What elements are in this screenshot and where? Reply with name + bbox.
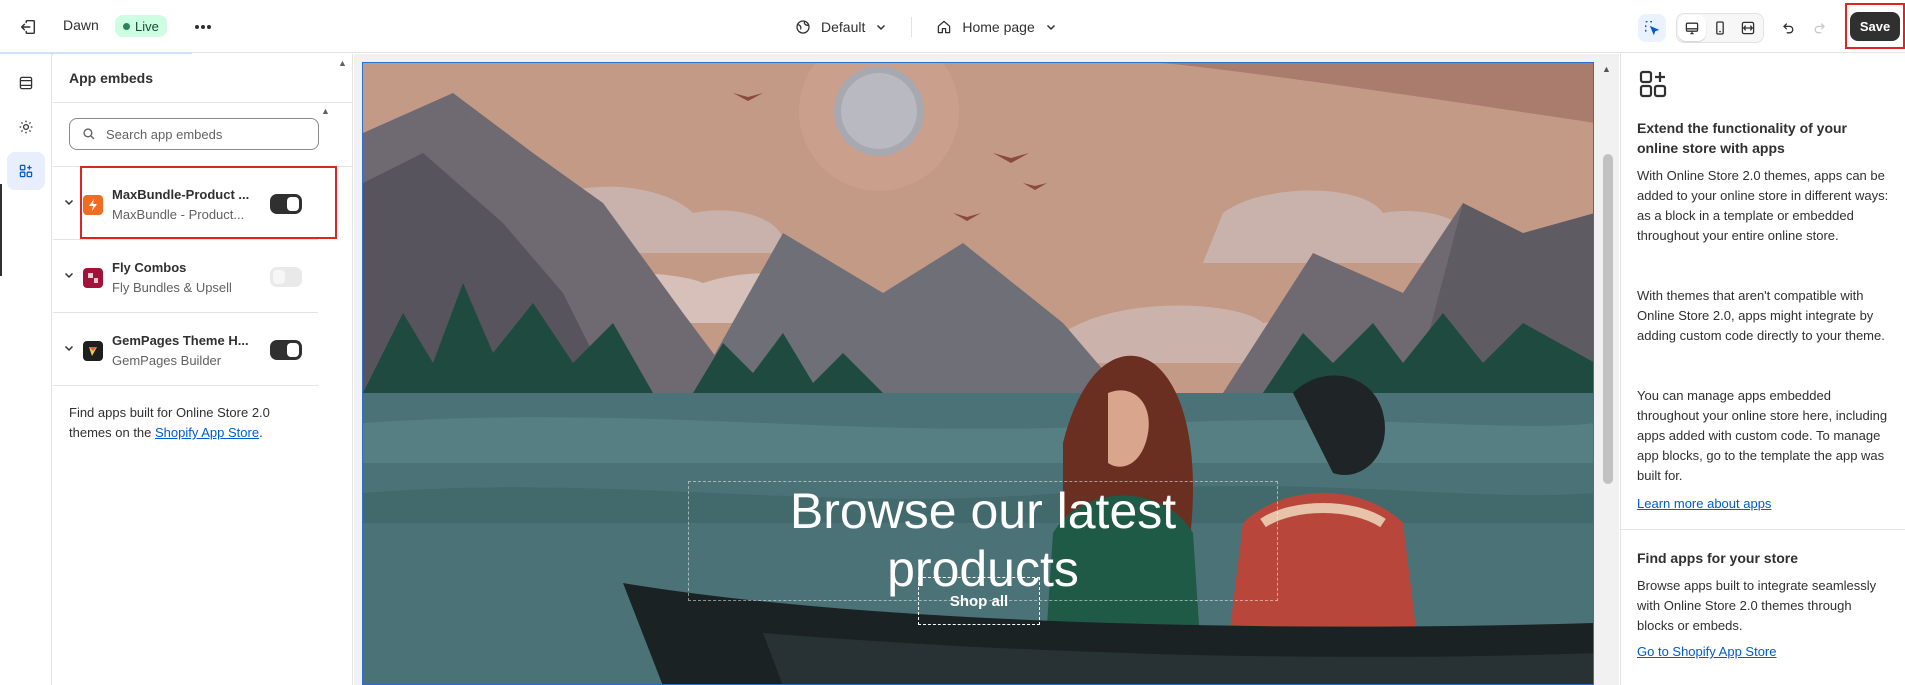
live-badge-label: Live xyxy=(135,18,159,34)
undo-icon xyxy=(1783,23,1794,34)
app-name: Fly Combos xyxy=(112,260,187,275)
save-button-highlight: Save xyxy=(1845,3,1905,49)
find-apps-paragraph: Browse apps built to integrate seamlessl… xyxy=(1637,578,1877,633)
fullwidth-icon xyxy=(1741,21,1755,35)
info-divider xyxy=(1621,529,1905,530)
app-name: GemPages Theme H... xyxy=(112,333,249,348)
toolbar-actions xyxy=(1638,13,1834,43)
live-dot-icon xyxy=(123,22,130,30)
panel-title: App embeds xyxy=(69,70,154,86)
apps-add-icon xyxy=(1639,70,1667,98)
search-input[interactable] xyxy=(106,126,306,142)
rail-edge-marker xyxy=(0,184,2,276)
template-label: Default xyxy=(821,19,866,35)
fullscreen-view-button[interactable] xyxy=(1734,15,1762,41)
editor-nav-rail xyxy=(0,54,52,685)
scroll-up-icon[interactable]: ▲ xyxy=(1602,64,1611,74)
sections-icon xyxy=(19,76,33,90)
scrollbar-thumb[interactable] xyxy=(1603,154,1613,484)
page-selector[interactable]: Home page xyxy=(936,19,1056,35)
theme-style-selector[interactable]: Default xyxy=(795,19,887,35)
cursor-select-icon xyxy=(1645,21,1660,36)
find-apps-heading: Find apps for your store xyxy=(1637,550,1799,566)
info-paragraph-1: With Online Store 2.0 themes, apps can b… xyxy=(1637,168,1889,243)
maxbundle-row-highlight xyxy=(80,166,337,239)
more-actions-button[interactable] xyxy=(190,14,216,40)
top-bar: Dawn Live Default Home page Save xyxy=(0,0,1905,55)
app-subtitle: GemPages Builder xyxy=(112,353,222,368)
search-app-embeds-field[interactable] xyxy=(69,118,319,150)
info-paragraph-2: With themes that aren't compatible with … xyxy=(1637,288,1885,343)
home-icon xyxy=(938,20,951,34)
chevron-down-icon[interactable] xyxy=(63,342,75,354)
redo-button[interactable] xyxy=(1806,14,1834,42)
gempages-logo-icon xyxy=(83,341,103,361)
app-embed-toggle[interactable] xyxy=(270,267,302,287)
save-button[interactable]: Save xyxy=(1849,11,1901,41)
gear-icon xyxy=(19,120,33,134)
live-status-badge: Live xyxy=(115,15,167,37)
app-embeds-nav-button[interactable] xyxy=(7,152,45,190)
panel-scroll-up-icon[interactable]: ▲ xyxy=(338,58,347,68)
shopify-app-store-link[interactable]: Shopify App Store xyxy=(155,425,259,440)
chevron-down-icon xyxy=(1046,24,1055,31)
search-icon xyxy=(83,128,95,140)
more-horizontal-icon xyxy=(195,25,211,29)
inspector-button[interactable] xyxy=(1638,14,1666,42)
redo-icon xyxy=(1814,23,1825,34)
find-apps-end: . xyxy=(259,425,263,440)
go-to-app-store-link[interactable]: Go to Shopify App Store xyxy=(1637,644,1776,659)
app-embed-row-gempages[interactable]: GemPages Theme H... GemPages Builder xyxy=(53,313,318,386)
app-info-panel: Extend the functionality of your online … xyxy=(1620,54,1905,685)
exit-icon xyxy=(20,19,36,35)
chevron-down-icon[interactable] xyxy=(63,269,75,281)
app-embeds-panel: App embeds ▲ ▲ MaxBundle-Product ... Max… xyxy=(53,54,353,685)
panel-header-divider xyxy=(53,102,353,103)
theme-name: Dawn xyxy=(63,17,99,33)
viewport-switcher xyxy=(1676,13,1764,43)
app-subtitle: Fly Bundles & Upsell xyxy=(112,280,232,295)
chevron-down-icon xyxy=(877,24,886,31)
topbar-divider xyxy=(911,17,913,37)
learn-more-apps-link[interactable]: Learn more about apps xyxy=(1637,496,1771,511)
desktop-view-button[interactable] xyxy=(1678,15,1706,41)
app-embed-toggle[interactable] xyxy=(270,340,302,360)
app-embed-row-fly-combos[interactable]: Fly Combos Fly Bundles & Upsell xyxy=(53,240,318,313)
list-scroll-up-icon[interactable]: ▲ xyxy=(321,106,330,116)
mobile-view-button[interactable] xyxy=(1706,15,1734,41)
template-selector-group: Default Home page xyxy=(795,14,1057,40)
shop-all-button[interactable]: Shop all xyxy=(918,577,1040,625)
info-paragraph-3: You can manage apps embedded throughout … xyxy=(1637,388,1888,483)
sections-nav-button[interactable] xyxy=(7,64,45,102)
preview-scrollbar[interactable]: ▲ xyxy=(1597,54,1617,685)
theme-settings-nav-button[interactable] xyxy=(7,108,45,146)
store-preview: Browse our latest products Shop all xyxy=(354,54,1619,685)
find-apps-note: Find apps built for Online Store 2.0 the… xyxy=(69,403,309,443)
preview-canvas[interactable]: Browse our latest products Shop all xyxy=(362,62,1594,685)
fly-combos-logo-icon xyxy=(83,268,103,288)
info-heading: Extend the functionality of your online … xyxy=(1637,120,1848,156)
globe-icon xyxy=(796,20,810,34)
desktop-icon xyxy=(1685,22,1699,35)
mobile-icon xyxy=(1716,21,1724,35)
page-label: Home page xyxy=(962,19,1035,35)
exit-button[interactable] xyxy=(15,14,41,40)
apps-icon xyxy=(19,164,33,178)
chevron-down-icon[interactable] xyxy=(63,196,75,208)
undo-button[interactable] xyxy=(1774,14,1802,42)
